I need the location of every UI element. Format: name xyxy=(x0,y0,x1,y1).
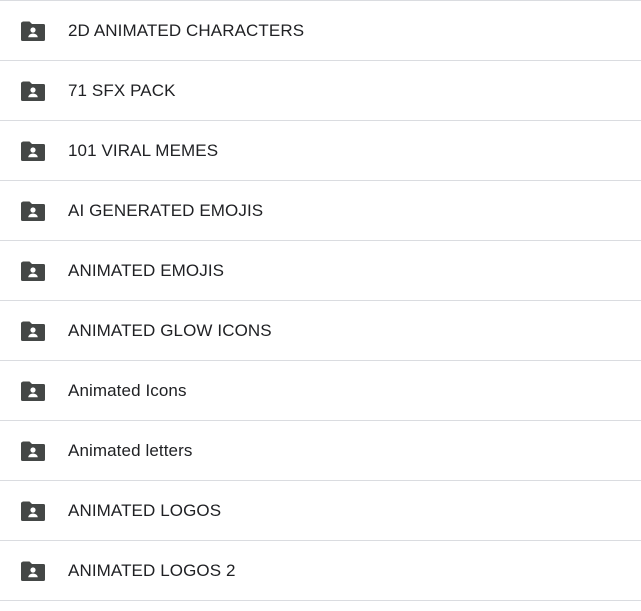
folder-row-animated-glow-icons[interactable]: ANIMATED GLOW ICONS xyxy=(0,301,641,361)
folder-name: ANIMATED LOGOS xyxy=(68,500,222,520)
folder-name: 71 SFX PACK xyxy=(68,80,176,100)
shared-folder-icon xyxy=(20,500,46,522)
folder-name: 2D ANIMATED CHARACTERS xyxy=(68,20,305,40)
folder-name: Animated letters xyxy=(68,440,193,460)
folder-row-ai-generated-emojis[interactable]: AI GENERATED EMOJIS xyxy=(0,181,641,241)
folder-list: 2D ANIMATED CHARACTERS 71 SFX PACK 101 V… xyxy=(0,0,641,611)
folder-name: 101 VIRAL MEMES xyxy=(68,140,219,160)
shared-folder-icon xyxy=(20,560,46,582)
folder-row-animated-icons[interactable]: Animated Icons xyxy=(0,361,641,421)
shared-folder-icon xyxy=(20,260,46,282)
folder-name: ANIMATED GLOW ICONS xyxy=(68,320,272,340)
shared-folder-icon xyxy=(20,80,46,102)
folder-name: ANIMATED EMOJIS xyxy=(68,260,225,280)
folder-row-101-viral-memes[interactable]: 101 VIRAL MEMES xyxy=(0,121,641,181)
folder-row-animated-emojis[interactable]: ANIMATED EMOJIS xyxy=(0,241,641,301)
shared-folder-icon xyxy=(20,320,46,342)
folder-row-animated-logos[interactable]: ANIMATED LOGOS xyxy=(0,481,641,541)
shared-folder-icon xyxy=(20,140,46,162)
folder-name: Animated Icons xyxy=(68,380,187,400)
folder-row-2d-animated-characters[interactable]: 2D ANIMATED CHARACTERS xyxy=(0,1,641,61)
folder-name: AI GENERATED EMOJIS xyxy=(68,200,264,220)
shared-folder-icon xyxy=(20,380,46,402)
folder-row-71-sfx-pack[interactable]: 71 SFX PACK xyxy=(0,61,641,121)
folder-row-animated-logos-2[interactable]: ANIMATED LOGOS 2 xyxy=(0,541,641,601)
shared-folder-icon xyxy=(20,440,46,462)
folder-name: ANIMATED LOGOS 2 xyxy=(68,560,236,580)
shared-folder-icon xyxy=(20,200,46,222)
folder-row-animated-letters[interactable]: Animated letters xyxy=(0,421,641,481)
shared-folder-icon xyxy=(20,20,46,42)
